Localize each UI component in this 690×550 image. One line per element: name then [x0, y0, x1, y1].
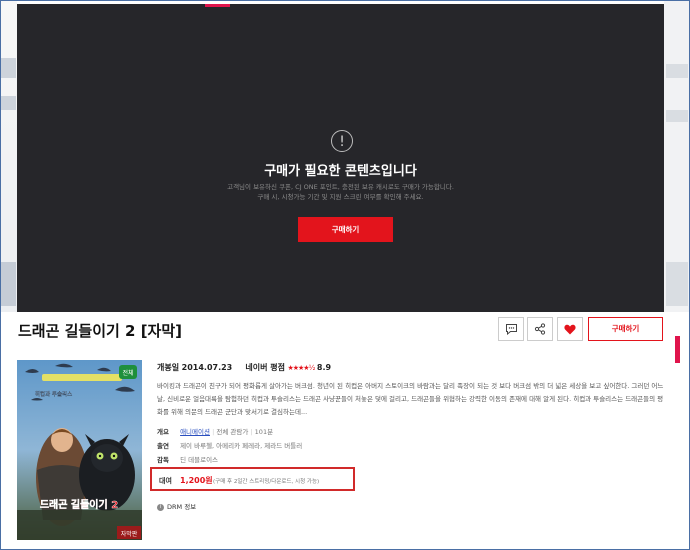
purchase-notice-line-1: 고객님이 보유하신 쿠폰, CJ ONE 포인트, 충전된 보유 캐시로도 구매… [227, 183, 454, 191]
rating-badge: 전체 [122, 369, 133, 377]
video-player[interactable] [17, 4, 664, 312]
share-icon [534, 323, 546, 335]
header-buy-button[interactable]: 구매하기 [588, 317, 663, 341]
purchase-notice-title: 구매가 필요한 콘텐츠입니다 [264, 164, 417, 179]
rental-note: (구매 후 2일간 스트리밍/다운로드, 시청 가능) [213, 479, 320, 485]
svg-text:히컵과 투슬리스: 히컵과 투슬리스 [35, 390, 72, 398]
purchase-notice-desc: 고객님이 보유하신 쿠폰, CJ ONE 포인트, 충전된 보유 캐시로도 구매… [17, 182, 664, 202]
runtime: 101분 [254, 428, 274, 436]
movie-title: 드래곤 길들이기 2 [자막] [18, 322, 183, 340]
cast-label: 출연 [157, 442, 169, 450]
info-icon: i [157, 503, 164, 511]
drm-info-link[interactable]: i DRM 정보 [157, 501, 196, 511]
left-margin [0, 0, 17, 312]
director-label: 감독 [157, 456, 169, 464]
release-date: 2014.07.23 [181, 363, 233, 372]
rating-score: 8.9 [316, 363, 332, 372]
comment-icon [505, 324, 517, 335]
share-button[interactable] [527, 317, 553, 341]
playback-progress[interactable] [205, 4, 230, 7]
alert-icon: ! [331, 130, 353, 152]
heart-icon [564, 324, 576, 334]
info-row-overview: 개요 애니메이션 | 전체 관람가 | 101분 [157, 428, 274, 436]
synopsis: 바이킹과 드래곤이 친구가 되어 평화롭게 살아가는 버크섬. 청년이 된 히컵… [157, 382, 664, 416]
release-label: 개봉일 [157, 363, 180, 372]
wishlist-button[interactable] [557, 317, 583, 341]
info-row-director: 감독 딘 데블로이스 [157, 454, 218, 464]
purchase-notice-line-2: 구매 시, 시청가능 기간 및 지원 스크린 여부를 확인해 주세요. [257, 193, 424, 201]
naver-rating-label: 네이버 평점 [245, 363, 285, 372]
cast-list: 제이 바루첼, 아메리카 페레라, 제라드 버틀러 [180, 442, 303, 450]
rental-label: 대여 [159, 477, 172, 485]
info-row-cast: 출연 제이 바루첼, 아메리카 페레라, 제라드 버틀러 [157, 440, 302, 450]
poster-title: 드래곤 길들이기 2 [40, 498, 118, 511]
star-rating: ★★★★½ [287, 364, 315, 372]
rental-price: 1,200원 [180, 476, 213, 485]
audience-rating: 전체 관람가 [216, 428, 249, 436]
drm-label: DRM 정보 [167, 503, 197, 511]
genre-link[interactable]: 애니메이션 [180, 428, 210, 436]
player-buy-button[interactable]: 구매하기 [298, 217, 393, 242]
overview-label: 개요 [157, 428, 169, 436]
right-margin [664, 0, 690, 312]
movie-poster: 히컵과 투슬리스 전체 드래곤 길들이기 2 자막판 [17, 360, 142, 540]
scroll-indicator [675, 336, 680, 363]
subtitle-badge: 자막판 [121, 530, 138, 538]
rental-option[interactable]: 대여 1,200원 (구매 후 2일간 스트리밍/다운로드, 시청 가능) [150, 467, 355, 491]
director-name: 딘 데블로이스 [180, 456, 219, 464]
comment-button[interactable] [498, 317, 524, 341]
movie-meta: 개봉일 2014.07.23 네이버 평점 ★★★★½ 8.9 [157, 362, 331, 373]
